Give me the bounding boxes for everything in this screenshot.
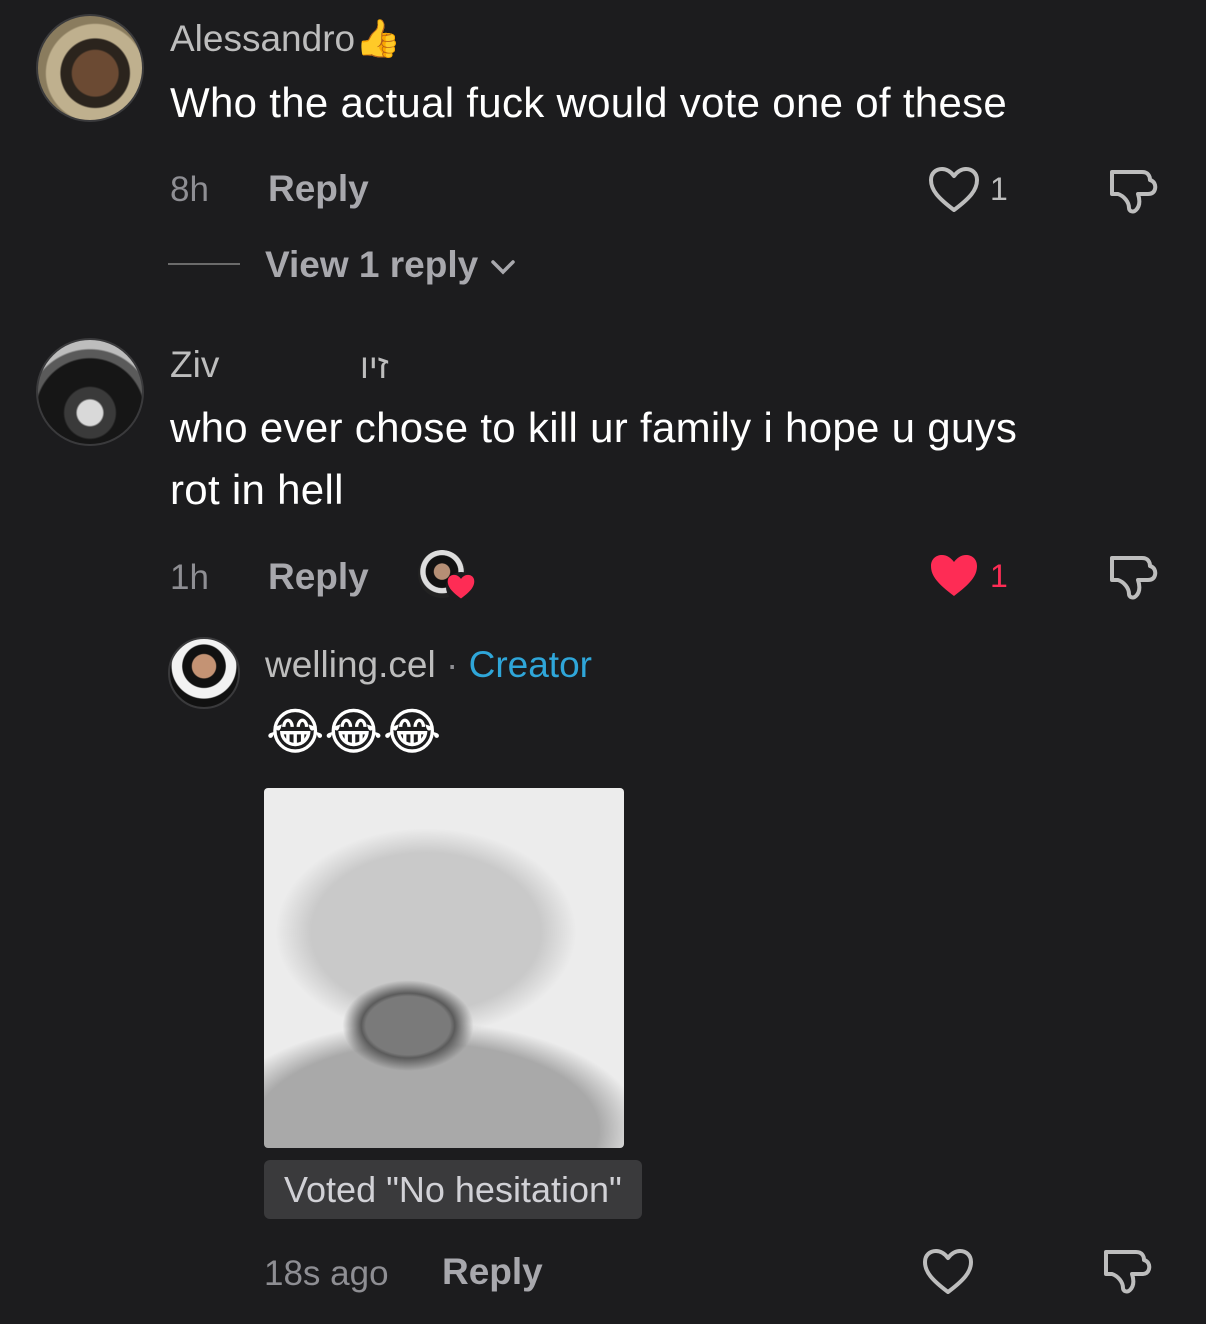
dislike-button[interactable] [1100, 1246, 1154, 1296]
vote-badge: Voted "No hesitation" [264, 1160, 642, 1219]
dislike-button[interactable] [1106, 552, 1160, 602]
dislike-button[interactable] [1106, 166, 1160, 216]
like-button[interactable] [928, 552, 980, 600]
view-replies-button[interactable]: View 1 reply [265, 244, 517, 286]
avatar-alessandro[interactable] [36, 14, 144, 122]
heart-outline-icon [929, 167, 979, 212]
view-replies-label: View 1 reply [265, 244, 479, 285]
comment-time: 8h [170, 170, 209, 209]
creator-badge: Creator [468, 644, 592, 685]
chevron-down-icon [490, 260, 515, 275]
avatar-welling-cel[interactable] [168, 637, 240, 709]
thumbs-up-emoji-icon: 👍 [355, 17, 402, 60]
comment-text-line2: rot in hell [170, 466, 344, 513]
dislike-icon [1110, 170, 1158, 214]
dislike-icon [1110, 556, 1158, 600]
comment-username[interactable]: Alessandro👍 [170, 20, 401, 57]
like-count: 1 [990, 171, 1008, 207]
comment-text: Who the actual fuck would vote one of th… [170, 79, 1008, 126]
heart-filled-icon [447, 574, 475, 599]
reply-emoji-text: 😂😂😂 [266, 703, 442, 761]
dislike-icon [1104, 1250, 1152, 1294]
creator-liked-badge [446, 572, 476, 602]
reply-button[interactable]: Reply [442, 1251, 543, 1293]
comment-username[interactable]: Ziv [170, 346, 219, 383]
comment-time: 1h [170, 558, 209, 597]
username-text: Alessandro [170, 18, 356, 59]
avatar-ziv[interactable] [36, 338, 144, 446]
separator-dot: · [445, 644, 459, 685]
reply-time: 18s ago [264, 1254, 389, 1293]
comment-text-line1: who ever chose to kill ur family i hope … [170, 404, 1018, 451]
username-extra: זיו [360, 348, 389, 386]
replies-divider [168, 263, 240, 265]
reply-image[interactable] [264, 788, 624, 1148]
reply-header: welling.cel · Creator [265, 646, 592, 683]
reply-username[interactable]: welling.cel [265, 644, 436, 685]
like-count: 1 [990, 558, 1008, 594]
like-button[interactable] [928, 166, 980, 214]
reply-button[interactable]: Reply [268, 556, 369, 598]
reply-button[interactable]: Reply [268, 168, 369, 210]
heart-outline-icon [923, 1249, 973, 1294]
like-button[interactable] [922, 1248, 974, 1296]
heart-filled-icon [931, 555, 977, 596]
